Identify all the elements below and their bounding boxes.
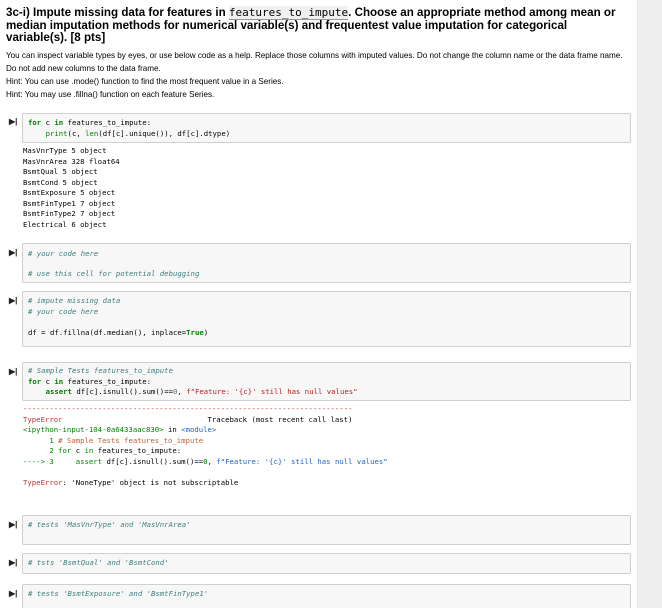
run-cell-icon[interactable]: ▶| [9,589,17,598]
cell-input[interactable]: # Sample Tests features_to_impute for c … [22,362,631,401]
run-cell-icon[interactable]: ▶| [9,367,17,376]
instruction-text: You can inspect variable types by eyes, … [6,51,623,73]
run-cell-icon[interactable]: ▶| [9,520,17,529]
cell-input[interactable]: # impute missing data # your code here d… [22,291,631,347]
code-cell-sample-tests[interactable]: ▶| # Sample Tests features_to_impute for… [5,362,631,401]
code-cell-debug[interactable]: ▶| # your code here # use this cell for … [5,243,631,283]
cell-input[interactable]: for c in features_to_impute: print(c, le… [22,113,631,143]
cell-input[interactable]: # tsts 'BsmtQual' and 'BsmtCond' [22,553,631,574]
hint-mode: Hint: You can use .mode() function to fi… [6,77,284,86]
run-cell-icon[interactable]: ▶| [9,296,17,305]
traceback-output: ----------------------------------------… [23,404,388,487]
cell-input[interactable]: # tests 'BsmtExposure' and 'BsmtFinType1… [22,584,631,608]
run-cell-icon[interactable]: ▶| [9,558,17,567]
question-title: 3c-i) Impute missing data for features i… [6,6,616,45]
code-cell-test-bsmtqual[interactable]: ▶| # tsts 'BsmtQual' and 'BsmtCond' [5,553,631,574]
run-cell-icon[interactable]: ▶| [9,117,17,126]
cell-input[interactable]: # tests 'MasVnrType' and 'MasVnrArea' [22,515,631,545]
code-cell-inspect-types[interactable]: ▶| for c in features_to_impute: print(c,… [5,113,631,143]
run-cell-icon[interactable]: ▶| [9,248,17,257]
code-cell-test-masvnr[interactable]: ▶| # tests 'MasVnrType' and 'MasVnrArea' [5,515,631,545]
cell-output-dtypes: MasVnrType 5 object MasVnrArea 328 float… [23,146,120,229]
notebook-panel: 3c-i) Impute missing data for features i… [0,0,638,608]
hint-fillna: Hint: You may use .fillna() function on … [6,90,215,99]
code-cell-impute[interactable]: ▶| # impute missing data # your code her… [5,291,631,347]
code-cell-test-bsmtexposure[interactable]: ▶| # tests 'BsmtExposure' and 'BsmtFinTy… [5,584,631,608]
cell-input[interactable]: # your code here # use this cell for pot… [22,243,631,283]
scroll-gutter [638,0,662,608]
